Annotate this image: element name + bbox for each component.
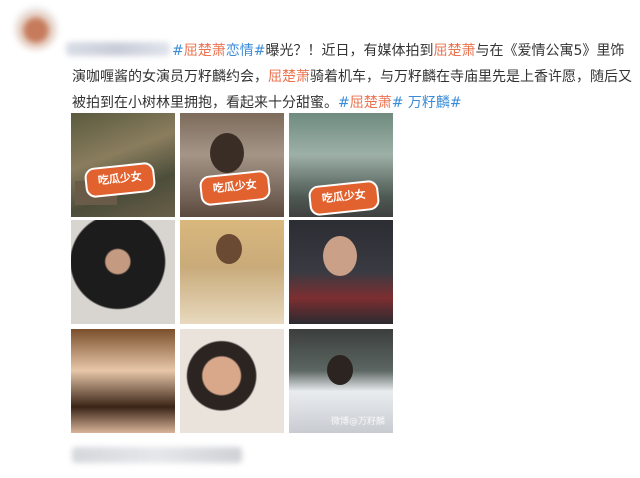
person-silhouette [210, 133, 244, 173]
hashtag-link[interactable]: # [338, 95, 350, 111]
weibo-post-card: #屈楚萧恋情#曝光？！近日，有媒体拍到屈楚萧与在《爱情公寓5》里饰演咖喱酱的女演… [0, 0, 640, 478]
photo-grid: 寺庙 吃瓜少女 吃瓜少女 吃瓜少女 微博@万籽麟 [71, 110, 395, 436]
sticker-logo: 吃瓜少女 [307, 179, 381, 217]
hashtag-link[interactable]: 万籽麟# [403, 95, 462, 111]
post-text: #屈楚萧恋情#曝光？！近日，有媒体拍到屈楚萧与在《爱情公寓5》里饰演咖喱酱的女演… [72, 38, 632, 116]
photo-thumbnail[interactable]: 吃瓜少女 [289, 113, 393, 217]
hashtag-link[interactable]: # [172, 43, 184, 59]
blurred-footer [72, 447, 242, 463]
hashtag-link-text[interactable]: 屈楚萧 [350, 95, 392, 111]
user-avatar[interactable] [14, 6, 58, 50]
photo-thumbnail[interactable] [71, 329, 175, 433]
hashtag-link-text[interactable]: # [392, 95, 404, 111]
person-head [216, 234, 242, 264]
mention-link[interactable]: 屈楚萧 [268, 69, 310, 85]
photo-thumbnail[interactable]: 吃瓜少女 [180, 113, 284, 217]
post-text-fragment: 曝光？！近日，有媒体拍到 [265, 43, 434, 59]
watermark: 微博@万籽麟 [330, 417, 385, 427]
photo-thumbnail[interactable]: 微博@万籽麟 [289, 329, 393, 433]
photo-thumbnail[interactable] [180, 220, 284, 324]
hashtag-link-text[interactable]: 屈楚萧 [184, 43, 226, 59]
sticker-logo: 吃瓜少女 [83, 161, 157, 199]
mention-link[interactable]: 屈楚萧 [433, 43, 475, 59]
photo-thumbnail[interactable] [71, 220, 175, 324]
sticker-logo: 吃瓜少女 [198, 169, 272, 207]
hashtag-link-text[interactable]: 恋情# [226, 43, 266, 59]
photo-thumbnail[interactable]: 寺庙 吃瓜少女 [71, 113, 175, 217]
person-head [327, 355, 353, 385]
photo-thumbnail[interactable] [180, 329, 284, 433]
photo-thumbnail[interactable] [289, 220, 393, 324]
person-face [323, 236, 357, 276]
